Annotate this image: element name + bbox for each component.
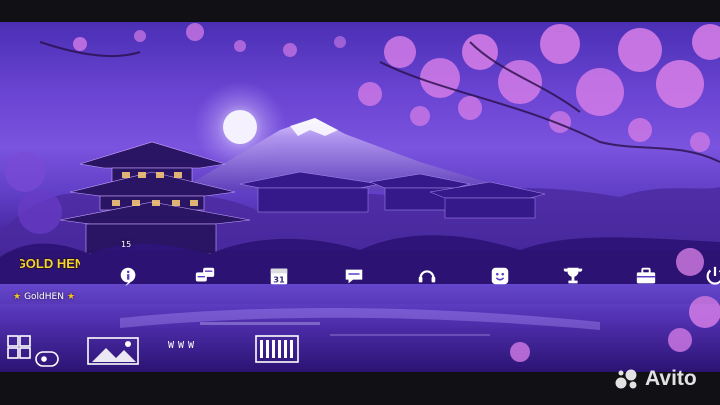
goldhen-logo-text: GOLD HEN <box>20 256 80 271</box>
avito-logo-icon <box>615 369 637 389</box>
calendar-day-label: 31 <box>273 274 285 284</box>
avito-watermark-text: Avito <box>645 367 697 390</box>
events-icon[interactable]: 31 <box>257 254 301 298</box>
star-icon: ★ <box>66 292 76 302</box>
tv-video-tile[interactable] <box>254 334 300 368</box>
star-icon: ★ <box>13 292 22 302</box>
notifications-icon[interactable] <box>332 254 376 298</box>
messages-icon[interactable] <box>183 254 227 298</box>
wallpaper-scene <box>0 23 720 372</box>
web-browser-tile[interactable]: WWW <box>168 340 198 351</box>
trophies-icon[interactable] <box>551 254 595 298</box>
settings-icon[interactable] <box>624 254 668 298</box>
library-tile[interactable] <box>6 334 64 370</box>
power-icon[interactable] <box>693 254 720 298</box>
avito-watermark: Avito <box>614 366 697 392</box>
party-icon[interactable] <box>405 254 449 298</box>
media-gallery-tile[interactable] <box>86 334 142 368</box>
notification-badge: 15 <box>121 240 132 249</box>
profile-username: GoldHEN <box>24 292 64 302</box>
ps4-home-screen: GOLD HEN ★ GoldHEN ★ 15 31 WWW <box>0 22 720 372</box>
whats-new-icon[interactable] <box>106 254 150 298</box>
profile-username-row[interactable]: ★ GoldHEN ★ <box>13 290 75 304</box>
profile-icon[interactable] <box>478 254 522 298</box>
